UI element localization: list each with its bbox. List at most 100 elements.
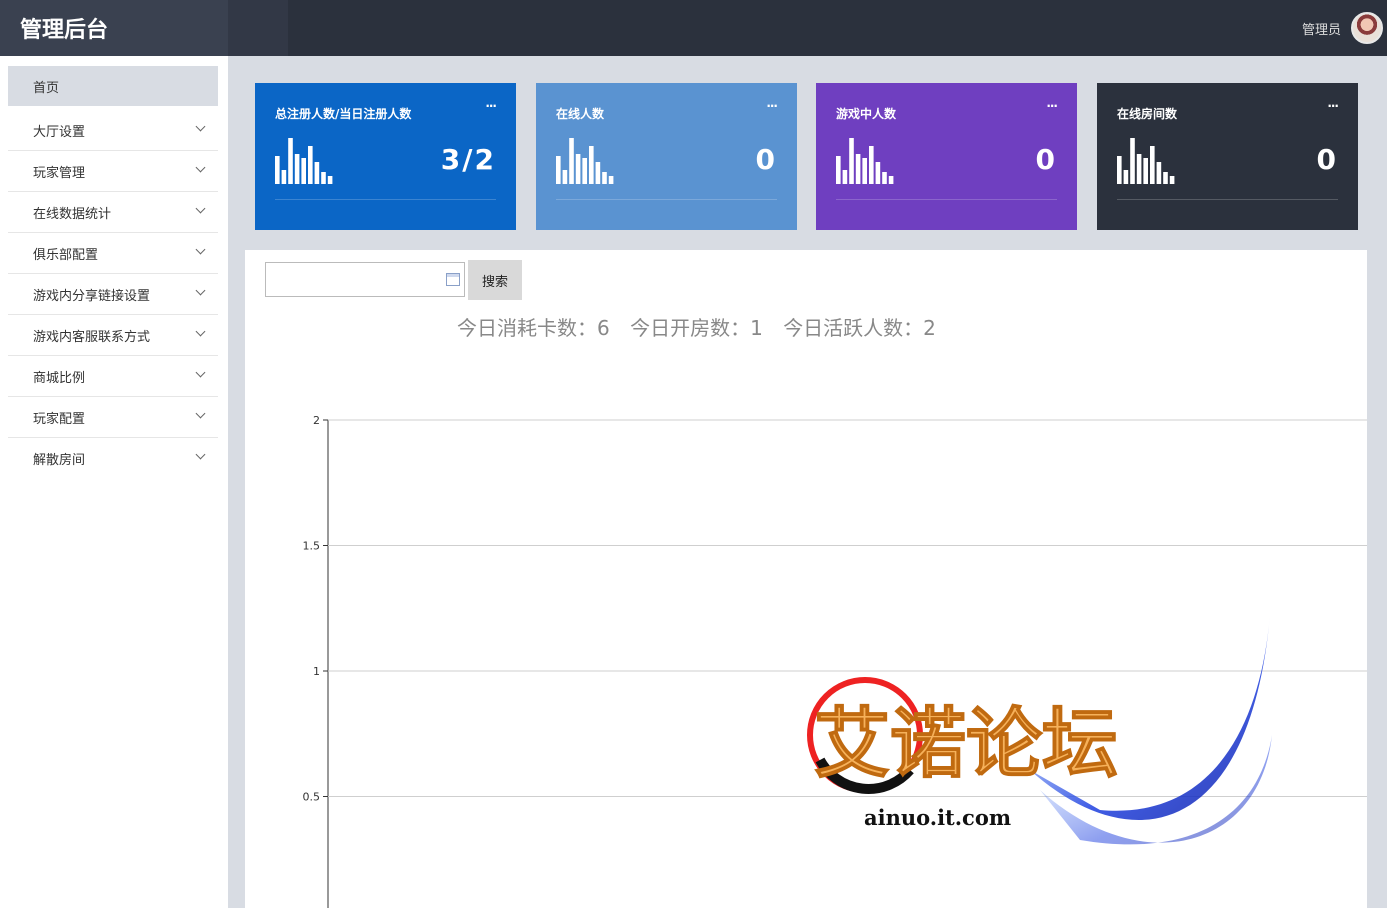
icon-bar [575, 154, 581, 184]
icon-bar [294, 154, 300, 184]
icon-bar [589, 146, 594, 184]
chevron-down-icon [195, 162, 206, 173]
top-header: 管理后台 管理员 [0, 0, 1387, 56]
icon-bar [875, 162, 881, 184]
y-tick-label: 0.5 [303, 791, 321, 804]
icon-bar [1136, 154, 1142, 184]
card-label: 在线人数 [556, 107, 605, 121]
bar-chart-icon [1117, 138, 1175, 184]
app-title: 管理后台 [20, 18, 109, 43]
icon-bar [321, 172, 326, 184]
sidebar-item-label: 在线数据统计 [33, 206, 112, 222]
sidebar-item-label: 首页 [33, 80, 60, 96]
avatar[interactable] [1351, 12, 1383, 44]
y-tick-label: 2 [313, 414, 320, 427]
y-tick-label: 1.5 [303, 540, 321, 553]
icon-bar [608, 176, 614, 184]
sidebar-item-label: 俱乐部配置 [33, 247, 99, 263]
card-value: 3/2 [440, 143, 496, 176]
icon-bar [1130, 138, 1135, 184]
stat-rooms-opened: 今日开房数：1 [630, 316, 763, 340]
icon-bar [836, 156, 841, 184]
chevron-down-icon [195, 408, 206, 419]
sidebar-item-label: 商城比例 [33, 370, 86, 386]
user-menu[interactable]: 管理员 [1302, 10, 1383, 46]
bar-chart-icon [556, 138, 614, 184]
chevron-down-icon [195, 203, 206, 214]
card-value: 0 [755, 143, 777, 176]
more-icon[interactable]: ··· [1327, 99, 1339, 113]
card-value: 0 [1316, 143, 1338, 176]
card-online-users: 在线人数 ··· 0 [536, 83, 797, 230]
date-input[interactable] [265, 262, 465, 297]
card-in-game-users: 游戏中人数 ··· 0 [816, 83, 1077, 230]
logo-area: 管理后台 [0, 0, 228, 56]
card-label: 游戏中人数 [836, 107, 897, 121]
watermark-url: ainuo.it.com [864, 805, 1011, 830]
daily-stats: 今日消耗卡数：6 今日开房数：1 今日活跃人数：2 [457, 312, 950, 341]
card-label: 在线房间数 [1117, 107, 1178, 121]
chevron-down-icon [195, 244, 206, 255]
stat-active-users: 今日活跃人数：2 [783, 316, 936, 340]
icon-bar [1163, 172, 1168, 184]
icon-bar [1150, 146, 1155, 184]
sidebar-item-customer-service[interactable]: 游戏内客服联系方式 [8, 315, 218, 356]
sidebar: 首页 大厅设置 玩家管理 在线数据统计 俱乐部配置 游戏内分享链接设置 游戏内客… [0, 56, 228, 908]
chevron-down-icon [195, 367, 206, 378]
more-icon[interactable]: ··· [1046, 99, 1058, 113]
icon-bar [562, 170, 568, 184]
sidebar-item-lobby-settings[interactable]: 大厅设置 [8, 110, 218, 151]
sidebar-item-label: 玩家配置 [33, 411, 86, 427]
icon-bar [595, 162, 601, 184]
icon-bar [275, 156, 280, 184]
icon-bar [855, 154, 861, 184]
sidebar-item-dissolve-room[interactable]: 解散房间 [8, 438, 218, 479]
card-divider [275, 199, 496, 200]
sidebar-item-label: 游戏内分享链接设置 [33, 288, 151, 304]
icon-bar [1169, 176, 1175, 184]
chevron-down-icon [195, 326, 206, 337]
header-toggle-area[interactable] [228, 0, 288, 56]
sidebar-item-label: 游戏内客服联系方式 [33, 329, 151, 345]
search-button[interactable]: 搜索 [468, 260, 522, 300]
user-name[interactable]: 管理员 [1302, 19, 1341, 38]
sidebar-item-player-management[interactable]: 玩家管理 [8, 151, 218, 192]
sidebar-item-label: 大厅设置 [33, 124, 86, 140]
icon-bar [569, 138, 574, 184]
card-label: 总注册人数/当日注册人数 [275, 107, 412, 121]
y-tick-label: 1 [313, 665, 320, 678]
icon-bar [556, 156, 561, 184]
stat-cards-used: 今日消耗卡数：6 [457, 316, 610, 340]
icon-bar [301, 158, 306, 184]
calendar-icon[interactable] [446, 273, 460, 286]
icon-bar [849, 138, 854, 184]
sidebar-item-online-stats[interactable]: 在线数据统计 [8, 192, 218, 233]
icon-bar [1156, 162, 1162, 184]
sidebar-item-share-link[interactable]: 游戏内分享链接设置 [8, 274, 218, 315]
more-icon[interactable]: ··· [766, 99, 778, 113]
card-divider [836, 199, 1057, 200]
chevron-down-icon [195, 285, 206, 296]
icon-bar [314, 162, 320, 184]
card-online-rooms: 在线房间数 ··· 0 [1097, 83, 1358, 230]
icon-bar [1143, 158, 1148, 184]
watermark-text: 艾诺论坛 [814, 699, 1118, 788]
icon-bar [288, 138, 293, 184]
sidebar-item-club-config[interactable]: 俱乐部配置 [8, 233, 218, 274]
sidebar-item-player-config[interactable]: 玩家配置 [8, 397, 218, 438]
icon-bar [862, 158, 867, 184]
more-icon[interactable]: ··· [485, 99, 497, 113]
sidebar-item-shop-ratio[interactable]: 商城比例 [8, 356, 218, 397]
icon-bar [1117, 156, 1122, 184]
icon-bar [869, 146, 874, 184]
card-registrations: 总注册人数/当日注册人数 ··· 3/2 [255, 83, 516, 230]
sidebar-item-label: 解散房间 [33, 453, 86, 468]
card-divider [556, 199, 777, 200]
icon-bar [308, 146, 313, 184]
icon-bar [842, 170, 848, 184]
icon-bar [888, 176, 894, 184]
icon-bar [602, 172, 607, 184]
icon-bar [1123, 170, 1129, 184]
sidebar-item-home[interactable]: 首页 [8, 66, 218, 106]
sidebar-item-label: 玩家管理 [33, 165, 86, 181]
